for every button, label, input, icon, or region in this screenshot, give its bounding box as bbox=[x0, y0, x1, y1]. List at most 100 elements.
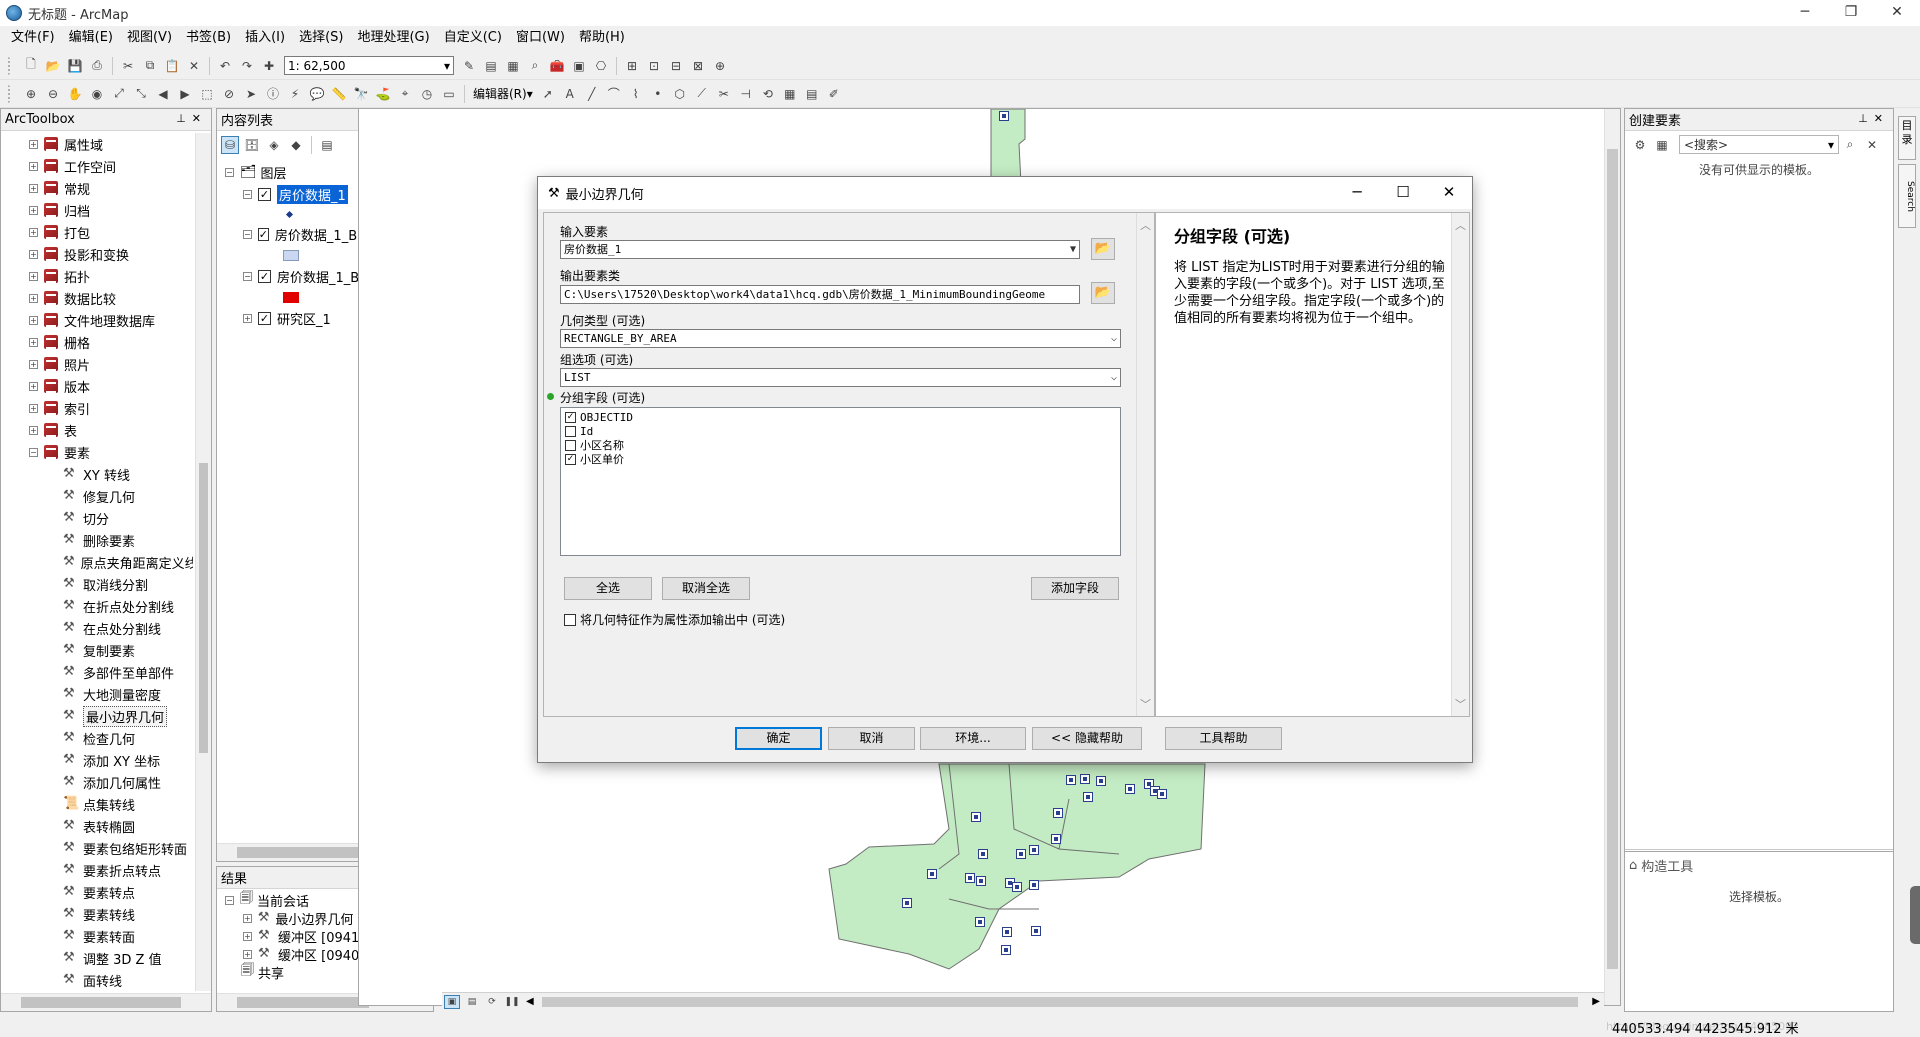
add-field-button[interactable]: 添加字段 bbox=[1031, 577, 1119, 600]
tool-item[interactable]: ⚒ 在点处分割线 bbox=[63, 617, 193, 639]
menu-file[interactable]: 文件(F) bbox=[4, 27, 62, 49]
measure-icon[interactable]: 📏 bbox=[330, 85, 348, 103]
undo-icon[interactable]: ↶ bbox=[216, 57, 234, 75]
add-geometry-checkbox[interactable] bbox=[564, 613, 576, 626]
panel-pin-close-icon[interactable]: ⊥✕ bbox=[1858, 112, 1889, 125]
delete-icon[interactable]: ✕ bbox=[185, 57, 203, 75]
scroll-thumb[interactable] bbox=[21, 997, 181, 1008]
map-scale-select[interactable]: 1: 62,500 ▾ bbox=[284, 56, 454, 75]
template-search-input[interactable]: <搜索> ▾ bbox=[1679, 135, 1839, 154]
paste-icon[interactable]: 📋 bbox=[163, 57, 181, 75]
create-features-icon[interactable]: ✐ bbox=[825, 85, 843, 103]
tool-item[interactable]: ⚒ 删除要素 bbox=[63, 529, 193, 551]
toolbox-item[interactable]: + 归档 bbox=[29, 199, 193, 221]
field-item[interactable]: Id bbox=[565, 424, 1116, 438]
clear-selection-icon[interactable]: ⊘ bbox=[220, 85, 238, 103]
field-item[interactable]: 小区名称 bbox=[565, 438, 1116, 452]
tool-item[interactable]: ⚒ 要素转面 bbox=[63, 925, 193, 947]
search-side-tab[interactable]: Search bbox=[1898, 164, 1916, 228]
tool-item[interactable]: ⚒ 要素转线 bbox=[63, 903, 193, 925]
identify-icon[interactable]: ⓘ bbox=[264, 85, 282, 103]
toolbox-item[interactable]: + 栅格 bbox=[29, 331, 193, 353]
chevron-up-icon[interactable]: ︿ bbox=[1455, 217, 1466, 233]
time-slider-icon[interactable]: ◷ bbox=[418, 85, 436, 103]
toolbox-item[interactable]: + 表 bbox=[29, 419, 193, 441]
end-point-arc-icon[interactable]: ⌒ bbox=[605, 85, 623, 103]
input-folder-icon[interactable]: 📂 bbox=[1091, 238, 1115, 260]
copy-icon[interactable]: ⧉ bbox=[141, 57, 159, 75]
html-popup-icon[interactable]: 💬 bbox=[308, 85, 326, 103]
ok-button[interactable]: 确定 bbox=[735, 727, 822, 750]
full-extent-icon[interactable]: ◉ bbox=[88, 85, 106, 103]
layout-zoom-icon[interactable]: ⊡ bbox=[645, 57, 663, 75]
viewer-icon[interactable]: ▭ bbox=[440, 85, 458, 103]
tool-item-selected[interactable]: ⚒ 最小边界几何 bbox=[63, 705, 193, 727]
map-hscroll[interactable] bbox=[538, 996, 1589, 1008]
scroll-left-icon[interactable]: ◀ bbox=[526, 996, 534, 1007]
field-item[interactable]: ✓ OBJECTID bbox=[565, 410, 1116, 424]
menu-windows[interactable]: 窗口(W) bbox=[509, 27, 572, 49]
pan-icon[interactable]: ✋ bbox=[66, 85, 84, 103]
chevron-down-icon[interactable]: ﹀ bbox=[1140, 696, 1151, 712]
tool-item[interactable]: 📜 点集转线 bbox=[63, 793, 193, 815]
tool-item[interactable]: ⚒ 大地测量密度 bbox=[63, 683, 193, 705]
field-checkbox[interactable]: ✓ bbox=[565, 453, 576, 465]
output-folder-icon[interactable]: 📂 bbox=[1091, 282, 1115, 304]
tool-item[interactable]: ⚒ 检查几何 bbox=[63, 727, 193, 749]
find-route-icon[interactable]: ⛳ bbox=[374, 85, 392, 103]
hyperlink-icon[interactable]: ⚡ bbox=[286, 85, 304, 103]
scroll-thumb[interactable] bbox=[541, 996, 1579, 1007]
tool-item[interactable]: ⚒ 修复几何 bbox=[63, 485, 193, 507]
scroll-thumb[interactable] bbox=[199, 463, 208, 753]
scroll-thumb[interactable] bbox=[237, 997, 369, 1008]
menu-view[interactable]: 视图(V) bbox=[120, 27, 179, 49]
go-to-xy-icon[interactable]: ⌖ bbox=[396, 85, 414, 103]
search-window-icon[interactable]: ⌕ bbox=[526, 57, 544, 75]
scroll-right-icon[interactable]: ▶ bbox=[1592, 996, 1600, 1007]
save-icon[interactable]: 💾 bbox=[66, 57, 84, 75]
split-icon[interactable]: ⊣ bbox=[737, 85, 755, 103]
tool-item[interactable]: ⚒ 取消线分割 bbox=[63, 573, 193, 595]
arctoolbox-vscroll[interactable] bbox=[195, 133, 211, 991]
scroll-thumb[interactable] bbox=[1607, 149, 1618, 969]
menu-edit[interactable]: 编辑(E) bbox=[62, 27, 120, 49]
editor-menu-button[interactable]: 编辑器(R)▾ bbox=[469, 85, 537, 102]
snapping-icon[interactable]: ⊕ bbox=[711, 57, 729, 75]
map-vscroll[interactable] bbox=[1604, 109, 1620, 1005]
forward-extent-icon[interactable]: ▶ bbox=[176, 85, 194, 103]
table-of-contents-icon[interactable]: ▤ bbox=[482, 57, 500, 75]
chevron-down-icon[interactable]: ﹀ bbox=[1455, 696, 1466, 712]
tool-item[interactable]: ⚒ 多部件至单部件 bbox=[63, 661, 193, 683]
field-checkbox[interactable] bbox=[565, 439, 576, 451]
tool-item[interactable]: ⚒ 面转线 bbox=[63, 969, 193, 991]
toolbox-item[interactable]: + 投影和变换 bbox=[29, 243, 193, 265]
point-icon[interactable]: • bbox=[649, 85, 667, 103]
fixed-zoom-out-icon[interactable]: ⤡ bbox=[132, 85, 150, 103]
attributes-icon[interactable]: ▦ bbox=[781, 85, 799, 103]
toolbar-grip[interactable] bbox=[8, 84, 14, 103]
catalog-side-tab[interactable]: 目录 bbox=[1898, 116, 1916, 160]
sketch-properties-icon[interactable]: ▤ bbox=[803, 85, 821, 103]
toolbox-item[interactable]: + 属性域 bbox=[29, 133, 193, 155]
select-elements-icon[interactable]: ➤ bbox=[242, 85, 260, 103]
menu-help[interactable]: 帮助(H) bbox=[572, 27, 632, 49]
toolbox-item-expanded[interactable]: − 要素 bbox=[29, 441, 193, 463]
options-icon[interactable]: ▤ bbox=[318, 136, 336, 154]
field-item[interactable]: ✓ 小区单价 bbox=[565, 452, 1116, 466]
tool-item[interactable]: ⚒ 在折点处分割线 bbox=[63, 595, 193, 617]
toolbox-item[interactable]: + 打包 bbox=[29, 221, 193, 243]
fixed-zoom-in-icon[interactable]: ⤢ bbox=[110, 85, 128, 103]
rotate-icon[interactable]: ⟲ bbox=[759, 85, 777, 103]
output-feature-class-input[interactable]: C:\Users\17520\Desktop\work4\data1\hcq.g… bbox=[560, 285, 1080, 304]
toolbox-item[interactable]: + 索引 bbox=[29, 397, 193, 419]
tool-item[interactable]: ⚒ XY 转线 bbox=[63, 463, 193, 485]
chevron-up-icon[interactable]: ︿ bbox=[1140, 217, 1151, 233]
menu-bookmarks[interactable]: 书签(B) bbox=[179, 27, 238, 49]
dialog-close-button[interactable]: ✕ bbox=[1426, 177, 1472, 209]
toolbox-item[interactable]: + 照片 bbox=[29, 353, 193, 375]
reshape-icon[interactable]: ⟋ bbox=[693, 85, 711, 103]
editor-toolbar-icon[interactable]: ✎ bbox=[460, 57, 478, 75]
toolbox-item[interactable]: + 版本 bbox=[29, 375, 193, 397]
list-by-source-icon[interactable]: 🗄 bbox=[243, 136, 261, 154]
tool-item[interactable]: ⚒ 要素转点 bbox=[63, 881, 193, 903]
